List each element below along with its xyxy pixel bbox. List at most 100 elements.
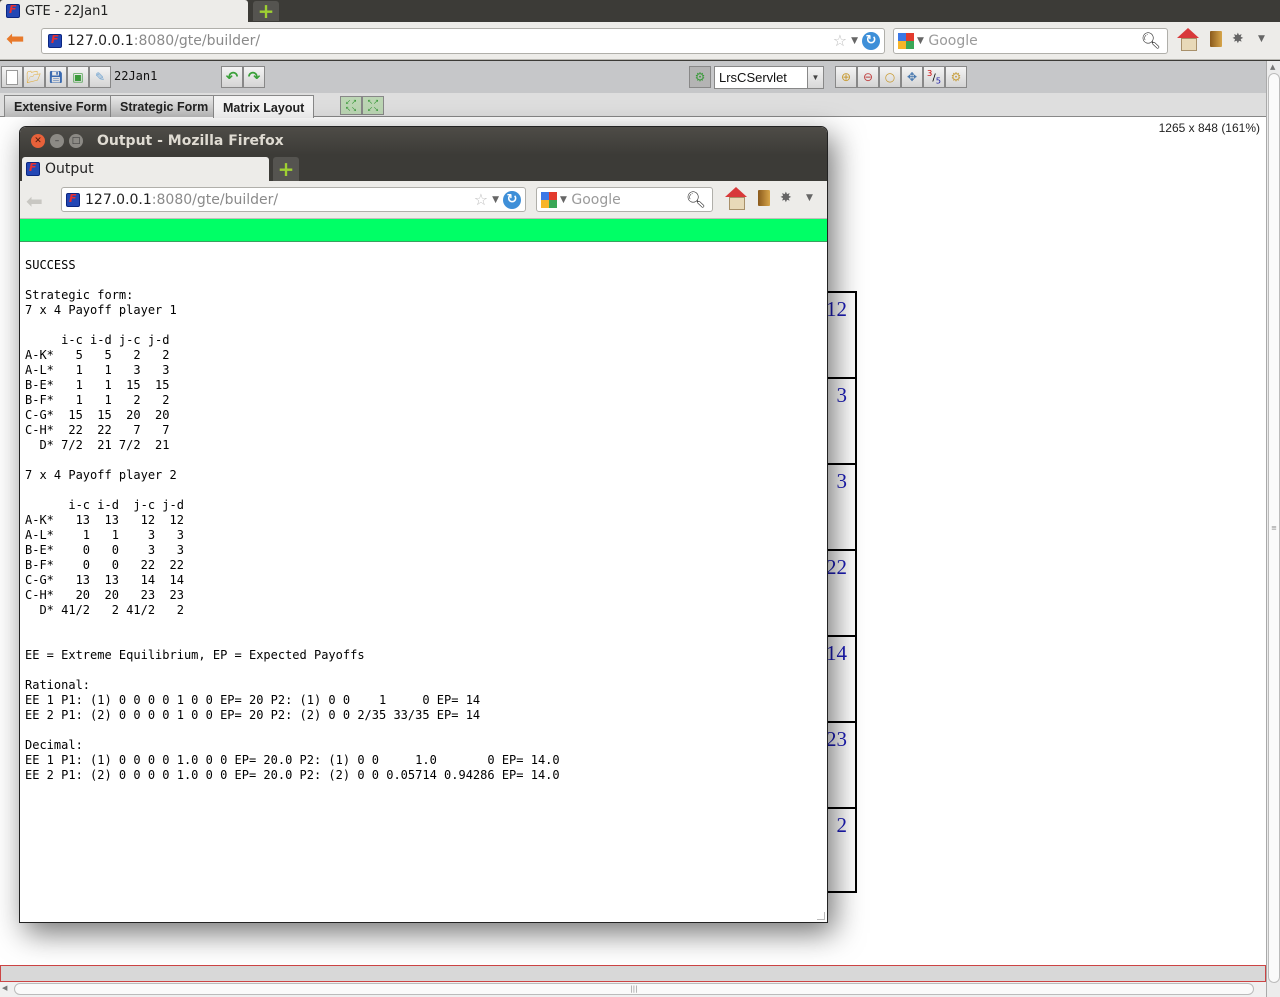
horizontal-scrollbar[interactable]: ◀ ||| xyxy=(0,982,1266,997)
navigation-toolbar: ⬅ 127.0.0.1:8080/gte/builder/ ☆ ▼ ↻ ▼ Go… xyxy=(0,22,1280,60)
url-host: 127.0.0.1 xyxy=(67,33,134,49)
maximize-icon[interactable]: □ xyxy=(69,134,83,148)
browser-tab-bar: GTE - 22Jan1 + xyxy=(0,0,1280,22)
plus-icon: + xyxy=(257,0,275,23)
new-tab-button[interactable]: + xyxy=(253,1,279,21)
output-line: A-L* 1 1 3 3 xyxy=(25,363,170,377)
plus-icon: + xyxy=(277,157,295,181)
search-icon[interactable]: 🔍︎ xyxy=(686,190,706,209)
bookmarks-icon[interactable] xyxy=(1210,31,1222,47)
undo-button[interactable]: ↶ xyxy=(221,66,243,88)
image-icon: ▣ xyxy=(72,70,84,84)
output-site-favicon-icon xyxy=(66,192,80,207)
google-engine-icon[interactable] xyxy=(541,191,557,208)
output-line: A-K* 13 13 12 12 xyxy=(25,513,184,527)
output-url-bar[interactable]: 127.0.0.1:8080/gte/builder/ ☆ ▼ ↻ xyxy=(61,187,526,212)
url-bar[interactable]: 127.0.0.1:8080/gte/builder/ ☆ ▼ ↻ xyxy=(41,28,885,54)
status-bar xyxy=(0,965,1266,982)
history-dropdown-icon[interactable]: ▼ xyxy=(851,36,858,46)
firebug-dropdown-icon[interactable]: ▼ xyxy=(806,193,813,203)
search-icon[interactable]: 🔍︎ xyxy=(1141,31,1161,50)
search-bar[interactable]: ▼ Google 🔍︎ xyxy=(893,28,1168,54)
output-back-button[interactable]: ⬅ xyxy=(26,189,43,213)
chevron-down-icon[interactable]: ▼ xyxy=(807,67,823,88)
fraction-icon: 3/5 xyxy=(927,68,941,86)
settings-button[interactable]: ⚙ xyxy=(945,66,967,88)
output-line: C-H* 20 20 23 23 xyxy=(25,588,184,602)
output-search-bar[interactable]: ▼ Google 🔍︎ xyxy=(536,187,713,212)
output-favicon-icon xyxy=(26,161,40,176)
redo-button[interactable]: ↷ xyxy=(243,66,265,88)
output-line: B-E* 1 1 15 15 xyxy=(25,378,170,392)
reload-icon[interactable]: ↻ xyxy=(503,190,521,209)
browser-tab-gte[interactable]: GTE - 22Jan1 xyxy=(0,0,248,22)
new-document-icon xyxy=(6,69,18,85)
output-line: D* 41/2 2 41/2 2 xyxy=(25,603,184,617)
collapse-layout-button[interactable]: ↙↗ ↖↘ xyxy=(340,96,362,115)
zoom-out-button[interactable]: ⊖ xyxy=(857,66,879,88)
export-document-icon: ✎ xyxy=(94,70,106,84)
save-file-button[interactable]: 💾︎ xyxy=(45,66,67,88)
output-tab[interactable]: Output xyxy=(22,157,269,181)
firebug-dropdown-icon[interactable]: ▼ xyxy=(1258,34,1265,44)
servlet-select[interactable]: LrsCServlet ▼ xyxy=(714,66,824,89)
tab-matrix-layout[interactable]: Matrix Layout xyxy=(213,95,315,119)
output-window-title: Output - Mozilla Firefox xyxy=(97,133,284,149)
engine-dropdown-icon[interactable]: ▼ xyxy=(560,195,567,205)
firebug-icon[interactable]: ✸ xyxy=(1232,32,1248,46)
app-toolbar: 📂︎ 💾︎ ▣ ✎ 22Jan1 ↶ ↷ ⚙ LrsCServlet ▼ ⊕ ⊖… xyxy=(0,61,1266,93)
horizontal-scroll-thumb[interactable]: ||| xyxy=(14,983,1254,995)
home-icon[interactable] xyxy=(1176,28,1200,51)
output-line: SUCCESS xyxy=(25,258,76,272)
output-tab-bar: Output + xyxy=(20,155,827,181)
history-dropdown-icon[interactable]: ▼ xyxy=(492,195,499,205)
zoom-in-button[interactable]: ⊕ xyxy=(835,66,857,88)
magnifier-icon: ○ xyxy=(884,70,896,84)
back-button[interactable]: ⬅ xyxy=(6,29,24,51)
run-solver-button[interactable]: ⚙ xyxy=(689,66,711,88)
firebug-icon[interactable]: ✸ xyxy=(780,191,796,205)
vertical-scrollbar[interactable]: ▲ ≡ xyxy=(1266,61,1280,997)
expand-layout-button[interactable]: ↖↗ ↙↘ xyxy=(362,96,384,115)
move-arrows-icon: ✥ xyxy=(906,70,918,84)
output-window-titlebar[interactable]: ✕ – □ Output - Mozilla Firefox xyxy=(20,127,827,155)
minimize-icon[interactable]: – xyxy=(50,134,64,148)
scroll-left-icon[interactable]: ◀ xyxy=(2,984,7,992)
output-window: ✕ – □ Output - Mozilla Firefox Output + … xyxy=(19,126,828,923)
output-line: 7 x 4 Payoff player 1 xyxy=(25,303,177,317)
bookmark-star-icon[interactable]: ☆ xyxy=(833,31,847,50)
reload-icon[interactable]: ↻ xyxy=(862,31,880,50)
zoom-out-icon: ⊖ xyxy=(862,70,874,84)
bookmarks-icon[interactable] xyxy=(758,190,770,206)
google-engine-icon[interactable] xyxy=(898,33,914,49)
zoom-in-icon: ⊕ xyxy=(840,70,852,84)
collapse-arrows-icon: ↙↗ ↖↘ xyxy=(345,97,357,113)
fraction-toggle-button[interactable]: 3/5 xyxy=(923,66,945,88)
output-line: A-L* 1 1 3 3 xyxy=(25,528,184,542)
engine-dropdown-icon[interactable]: ▼ xyxy=(917,36,924,46)
url-path: :8080/gte/builder/ xyxy=(133,33,261,49)
browser-tab-title: GTE - 22Jan1 xyxy=(25,3,109,19)
output-line: B-F* 1 1 2 2 xyxy=(25,393,170,407)
open-folder-icon: 📂︎ xyxy=(26,70,42,84)
save-image-button[interactable]: ▣ xyxy=(67,66,89,88)
tab-extensive-form[interactable]: Extensive Form xyxy=(4,95,118,117)
vertical-scroll-thumb[interactable]: ≡ xyxy=(1268,73,1280,983)
output-new-tab-button[interactable]: + xyxy=(273,157,299,181)
undo-icon: ↶ xyxy=(225,68,239,86)
open-file-button[interactable]: 📂︎ xyxy=(23,66,45,88)
zoom-fit-button[interactable]: ○ xyxy=(879,66,901,88)
close-icon[interactable]: ✕ xyxy=(31,134,45,148)
new-file-button[interactable] xyxy=(1,66,23,88)
pan-button[interactable]: ✥ xyxy=(901,66,923,88)
site-favicon-icon xyxy=(48,33,62,48)
output-line: A-K* 5 5 2 2 xyxy=(25,348,170,362)
tab-strategic-form[interactable]: Strategic Form xyxy=(110,95,219,117)
scroll-up-icon[interactable]: ▲ xyxy=(1270,63,1275,71)
bookmark-star-icon[interactable]: ☆ xyxy=(474,190,488,209)
resize-grip-icon[interactable] xyxy=(817,912,825,920)
export-button[interactable]: ✎ xyxy=(89,66,111,88)
home-icon[interactable] xyxy=(724,187,748,210)
